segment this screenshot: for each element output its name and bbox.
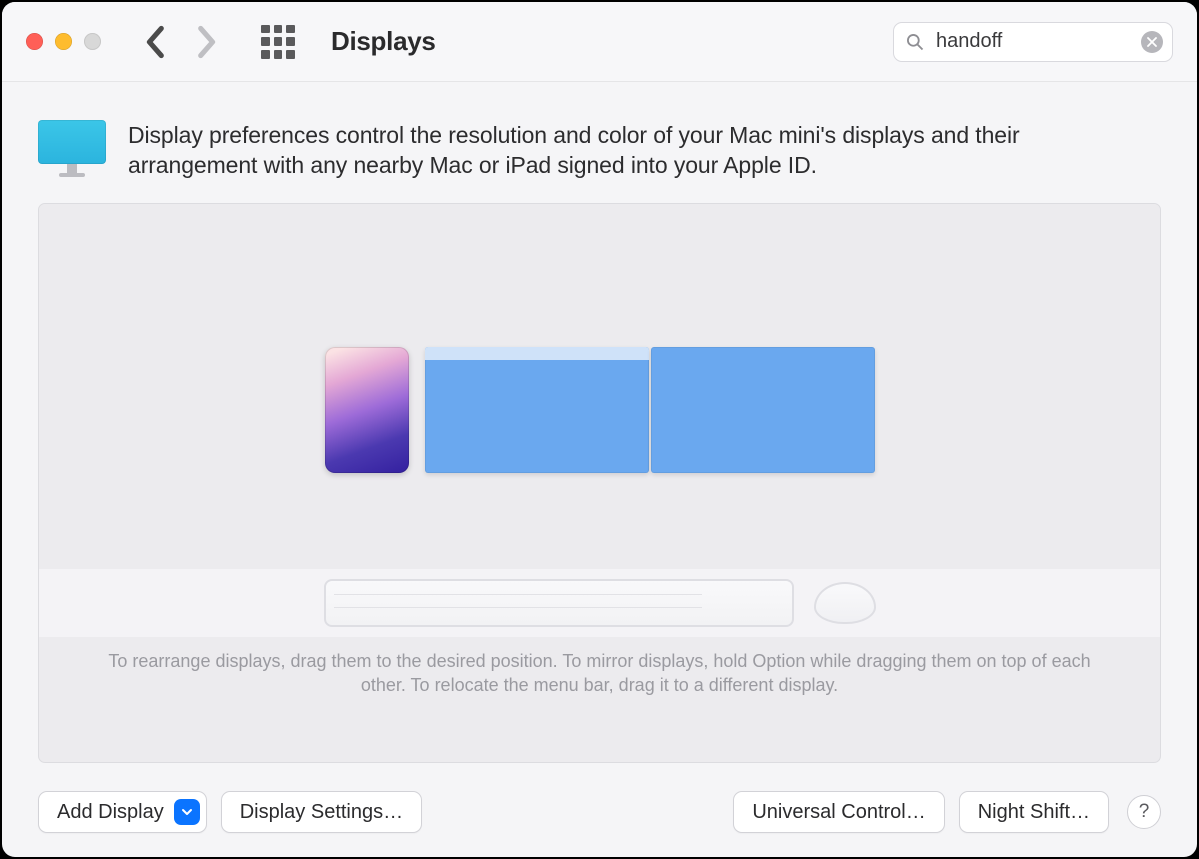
- footer-buttons: Add Display Display Settings… Universal …: [2, 785, 1197, 857]
- arrangement-hint: To rearrange displays, drag them to the …: [39, 637, 1160, 720]
- universal-control-button[interactable]: Universal Control…: [733, 791, 944, 833]
- mouse-icon: [814, 582, 876, 624]
- clear-search-button[interactable]: [1141, 31, 1163, 53]
- pane-title: Displays: [331, 26, 436, 57]
- minimize-button[interactable]: [55, 33, 72, 50]
- universal-control-label: Universal Control…: [752, 801, 925, 824]
- system-preferences-window: Displays Display preferences control the…: [2, 2, 1197, 857]
- content-area: Display preferences control the resoluti…: [2, 82, 1197, 785]
- window-titlebar: Displays: [2, 2, 1197, 82]
- add-display-label: Add Display: [57, 801, 164, 824]
- keyboard-icon: [324, 579, 794, 627]
- secondary-display[interactable]: [651, 347, 875, 473]
- search-input[interactable]: [893, 22, 1173, 62]
- close-button[interactable]: [26, 33, 43, 50]
- display-icon: [38, 120, 106, 177]
- mirrored-displays-group: [425, 347, 875, 473]
- fullscreen-button: [84, 33, 101, 50]
- night-shift-button[interactable]: Night Shift…: [959, 791, 1109, 833]
- show-all-preferences-button[interactable]: [261, 25, 295, 59]
- chevron-down-icon[interactable]: [174, 799, 200, 825]
- display-settings-label: Display Settings…: [240, 801, 403, 824]
- nav-group: [143, 25, 219, 59]
- help-button[interactable]: ?: [1127, 795, 1161, 829]
- intro-text: Display preferences control the resoluti…: [128, 120, 1128, 181]
- intro-row: Display preferences control the resoluti…: [38, 120, 1161, 181]
- search-field-container: [893, 22, 1173, 62]
- input-devices-row: [39, 569, 1160, 637]
- display-arrangement-panel: To rearrange displays, drag them to the …: [38, 203, 1161, 763]
- forward-button: [196, 25, 219, 59]
- main-display[interactable]: [425, 347, 649, 473]
- back-button[interactable]: [143, 25, 166, 59]
- help-label: ?: [1139, 801, 1150, 823]
- display-arrangement-canvas[interactable]: [39, 204, 1160, 569]
- night-shift-label: Night Shift…: [978, 801, 1090, 824]
- search-icon: [905, 32, 925, 52]
- ipad-display[interactable]: [325, 347, 409, 473]
- display-settings-button[interactable]: Display Settings…: [221, 791, 422, 833]
- add-display-button[interactable]: Add Display: [38, 791, 207, 833]
- window-controls: [26, 33, 101, 50]
